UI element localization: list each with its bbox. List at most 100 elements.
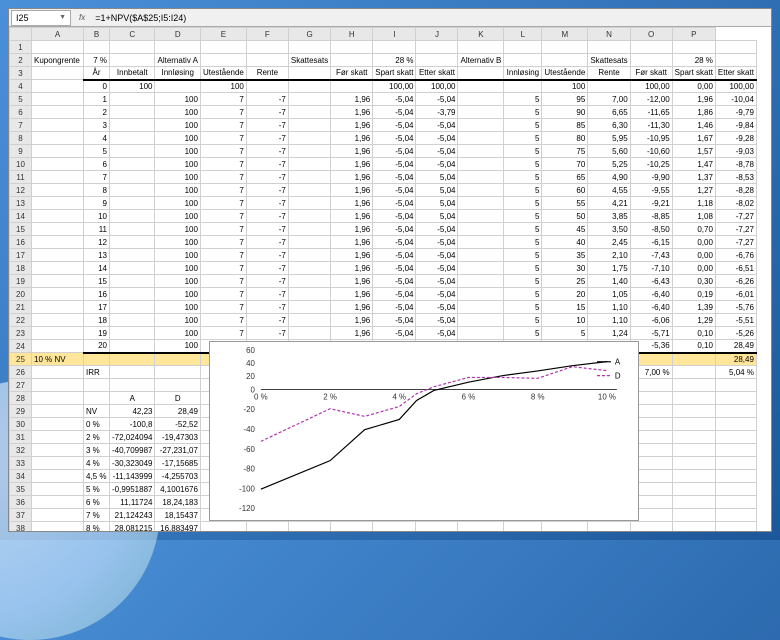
cell[interactable]: 60 (542, 184, 588, 197)
cell[interactable]: -5,04 (373, 327, 416, 340)
row-header[interactable]: 6 (10, 106, 32, 119)
cell[interactable]: -7 (246, 288, 288, 301)
cell[interactable] (32, 132, 84, 145)
cell[interactable]: -7 (246, 275, 288, 288)
cell[interactable]: 100 (155, 288, 200, 301)
cell[interactable]: -7 (246, 262, 288, 275)
cell[interactable] (32, 470, 84, 483)
cell[interactable]: 1,96 (331, 106, 373, 119)
cell[interactable]: -8,53 (715, 171, 756, 184)
cell[interactable]: D (155, 392, 200, 405)
cell[interactable]: 100 (155, 106, 200, 119)
cell[interactable] (110, 379, 155, 392)
cell[interactable] (288, 249, 330, 262)
cell[interactable]: -9,84 (715, 119, 756, 132)
cell[interactable]: 28,49 (155, 405, 200, 418)
cell[interactable]: -5,04 (373, 236, 416, 249)
cell[interactable] (504, 80, 542, 93)
cell[interactable]: 100 (155, 210, 200, 223)
cell[interactable]: -7 (246, 171, 288, 184)
cell[interactable]: 100 (155, 145, 200, 158)
cell[interactable] (110, 314, 155, 327)
cell[interactable] (155, 41, 200, 54)
cell[interactable]: 0,30 (672, 275, 715, 288)
cell[interactable]: -5,51 (715, 314, 756, 327)
cell[interactable]: 20 (84, 340, 110, 353)
cell[interactable] (672, 483, 715, 496)
cell[interactable]: -6,06 (630, 314, 672, 327)
cell[interactable]: -5,04 (416, 132, 458, 145)
cell[interactable] (331, 80, 373, 93)
cell[interactable] (246, 54, 288, 67)
cell[interactable]: 15 (84, 275, 110, 288)
cell[interactable]: 3 (84, 119, 110, 132)
cell[interactable]: 10 (542, 314, 588, 327)
cell[interactable]: 28,49 (715, 340, 756, 353)
row-header[interactable]: 5 (10, 93, 32, 106)
cell[interactable]: 5 (504, 119, 542, 132)
row-header[interactable]: 38 (10, 522, 32, 533)
cell[interactable] (588, 522, 630, 533)
cell[interactable] (458, 171, 504, 184)
cell[interactable]: 0,19 (672, 288, 715, 301)
cell[interactable]: 20 (542, 288, 588, 301)
cell[interactable]: 1,10 (588, 314, 630, 327)
col-header[interactable]: I (373, 28, 416, 41)
cell[interactable]: 5 (84, 145, 110, 158)
cell[interactable] (715, 418, 756, 431)
cell[interactable]: 100 (155, 158, 200, 171)
name-box-dropdown-icon[interactable]: ▼ (59, 14, 66, 21)
row-header[interactable]: 23 (10, 327, 32, 340)
cell[interactable]: 1,37 (672, 171, 715, 184)
cell[interactable]: Innløsing (504, 67, 542, 80)
cell[interactable]: -5,04 (373, 132, 416, 145)
cell[interactable]: -7 (246, 301, 288, 314)
cell[interactable]: -5,04 (373, 249, 416, 262)
cell[interactable] (288, 262, 330, 275)
cell[interactable] (110, 184, 155, 197)
cell[interactable]: 1,39 (672, 301, 715, 314)
cell[interactable]: 2 (84, 106, 110, 119)
cell[interactable]: 85 (542, 119, 588, 132)
row-header[interactable]: 31 (10, 431, 32, 444)
cell[interactable]: 1,40 (588, 275, 630, 288)
cell[interactable]: 1,96 (331, 197, 373, 210)
cell[interactable]: 5 (504, 249, 542, 262)
cell[interactable]: 4,21 (588, 197, 630, 210)
cell[interactable]: -5,04 (416, 119, 458, 132)
cell[interactable]: 5 (542, 327, 588, 340)
cell[interactable]: -6,51 (715, 262, 756, 275)
cell[interactable] (32, 405, 84, 418)
row-header[interactable]: 21 (10, 301, 32, 314)
cell[interactable]: 90 (542, 106, 588, 119)
cell[interactable] (672, 470, 715, 483)
cell[interactable]: 75 (542, 145, 588, 158)
row-header[interactable]: 19 (10, 275, 32, 288)
cell[interactable]: 55 (542, 197, 588, 210)
cell[interactable]: -5,04 (416, 288, 458, 301)
cell[interactable] (32, 106, 84, 119)
cell[interactable]: -6,40 (630, 288, 672, 301)
cell[interactable]: 18,15437 (155, 509, 200, 522)
cell[interactable]: 0 (84, 80, 110, 93)
cell[interactable] (200, 41, 246, 54)
cell[interactable]: -10,04 (715, 93, 756, 106)
cell[interactable] (288, 327, 330, 340)
cell[interactable]: 1,96 (331, 314, 373, 327)
cell[interactable] (84, 379, 110, 392)
cell[interactable]: 100 (155, 314, 200, 327)
cell[interactable]: 12 (84, 236, 110, 249)
cell[interactable]: -5,04 (416, 158, 458, 171)
cell[interactable]: -9,03 (715, 145, 756, 158)
col-header[interactable]: N (588, 28, 630, 41)
cell[interactable] (458, 132, 504, 145)
cell[interactable]: -7,43 (630, 249, 672, 262)
cell[interactable]: 4,5 % (84, 470, 110, 483)
cell[interactable]: 7 (200, 106, 246, 119)
cell[interactable] (110, 275, 155, 288)
cell[interactable] (84, 392, 110, 405)
cell[interactable] (32, 80, 84, 93)
cell[interactable]: 5 (504, 171, 542, 184)
cell[interactable]: Skattesats (588, 54, 630, 67)
cell[interactable]: -6,76 (715, 249, 756, 262)
